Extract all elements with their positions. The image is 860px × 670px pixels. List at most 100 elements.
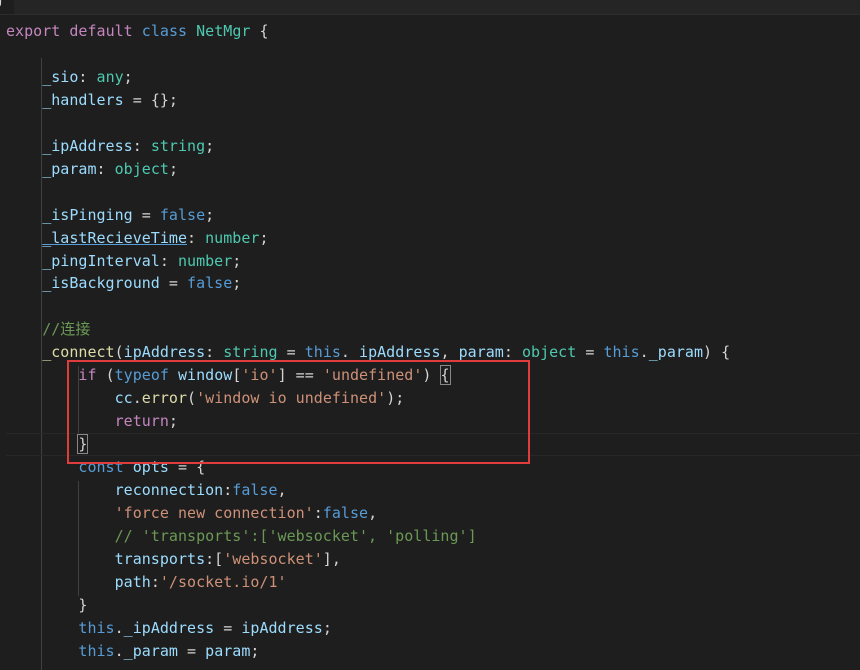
code-line[interactable]: this._ipAddress = ipAddress;: [6, 617, 332, 640]
code-token: 'websocket': [223, 549, 323, 568]
code-line[interactable]: _param: object;: [6, 158, 178, 181]
code-token: :: [187, 228, 206, 247]
code-token: ;: [250, 641, 260, 660]
code-token: _param: [648, 343, 704, 362]
annotation-highlight-box: [67, 360, 530, 464]
code-line[interactable]: _lastRecieveTime: number;: [6, 227, 269, 250]
code-token: :[: [205, 549, 224, 568]
code-token: string: [150, 136, 206, 155]
editor-tab[interactable]: g: [0, 0, 15, 14]
code-token: class: [141, 22, 188, 40]
code-token: '/socket.io/1': [159, 572, 287, 591]
code-token: .: [340, 343, 350, 362]
code-token: :: [150, 572, 160, 591]
code-token: {: [250, 22, 269, 40]
code-token: _param: [42, 159, 97, 178]
code-token: ) {: [703, 343, 731, 362]
code-line[interactable]: _isPinging = false;: [6, 204, 214, 227]
code-line[interactable]: this._param = param;: [6, 640, 259, 663]
code-token: //连接: [42, 320, 91, 339]
code-token: =: [576, 343, 604, 362]
code-token: :: [96, 159, 115, 178]
code-token: :: [205, 343, 224, 362]
code-line[interactable]: _pingInterval: number;: [6, 250, 241, 273]
code-line[interactable]: _sio: any;: [6, 66, 133, 89]
code-token: = {};: [123, 90, 178, 109]
code-token: object: [114, 159, 169, 178]
code-line[interactable]: // 'transports':['websocket', 'polling']: [6, 525, 477, 548]
code-token: param: [458, 343, 504, 362]
code-token: _pingInterval: [42, 251, 160, 270]
code-token: this: [603, 343, 640, 362]
code-token: _lastRecieveTime: [42, 228, 188, 247]
code-token: =: [132, 205, 160, 224]
code-token: }: [6, 595, 88, 614]
code-token: param: [205, 641, 251, 660]
code-token: default: [69, 22, 133, 40]
code-line[interactable]: 'force new connection':false,: [6, 502, 377, 525]
code-line[interactable]: path:'/socket.io/1': [6, 571, 287, 594]
code-token: reconnection: [114, 481, 224, 499]
code-token: .: [639, 343, 649, 362]
code-token: ;: [205, 205, 215, 224]
code-line[interactable]: reconnection:false,: [6, 479, 287, 502]
code-token: ;: [205, 136, 215, 155]
code-line[interactable]: }: [6, 594, 87, 617]
code-token: false: [187, 274, 233, 293]
code-token: ,: [440, 343, 459, 362]
code-token: ,: [368, 503, 378, 522]
code-token: this: [304, 343, 341, 362]
code-token: ,: [277, 481, 287, 499]
code-token: ;: [123, 67, 133, 86]
code-editor[interactable]: export default class NetMgr { _sio: any;…: [0, 14, 860, 670]
code-token: ],: [322, 549, 341, 568]
code-line[interactable]: _isBackground = false;: [6, 272, 241, 295]
code-token: :: [78, 67, 97, 86]
code-token: ipAddress: [241, 618, 323, 637]
code-token: :: [132, 136, 151, 155]
code-token: number: [205, 228, 260, 247]
code-token: this: [78, 618, 115, 637]
code-token: ;: [322, 618, 332, 637]
code-line[interactable]: _handlers = {};: [6, 89, 178, 112]
code-token: ipAddress: [123, 343, 206, 362]
code-token: _isBackground: [42, 274, 160, 293]
code-token: .: [114, 641, 124, 660]
code-token: ;: [259, 228, 269, 247]
code-token: false: [232, 481, 278, 499]
code-line[interactable]: transports:['websocket'],: [6, 548, 341, 571]
code-token: false: [159, 205, 206, 224]
code-token: :: [159, 251, 178, 270]
code-token: object: [521, 343, 577, 362]
editor-tab-label: g: [0, 0, 2, 8]
code-token: false: [322, 503, 369, 522]
code-token: NetMgr: [196, 22, 251, 40]
code-token: ;: [232, 274, 242, 293]
code-token: _handlers: [42, 90, 124, 109]
code-line[interactable]: _ipAddress: string;: [6, 135, 214, 158]
code-line[interactable]: //连接: [6, 318, 90, 341]
code-token: ;: [232, 251, 242, 270]
code-token: // 'transports':['websocket', 'polling']: [114, 526, 477, 545]
code-token: _sio: [42, 67, 79, 86]
code-line[interactable]: export default class NetMgr {: [6, 20, 269, 43]
code-token: =: [159, 274, 188, 293]
code-token: _ipAddress: [42, 136, 133, 155]
code-token: =: [277, 343, 305, 362]
code-token: :: [313, 503, 323, 522]
code-token: (: [114, 343, 124, 362]
